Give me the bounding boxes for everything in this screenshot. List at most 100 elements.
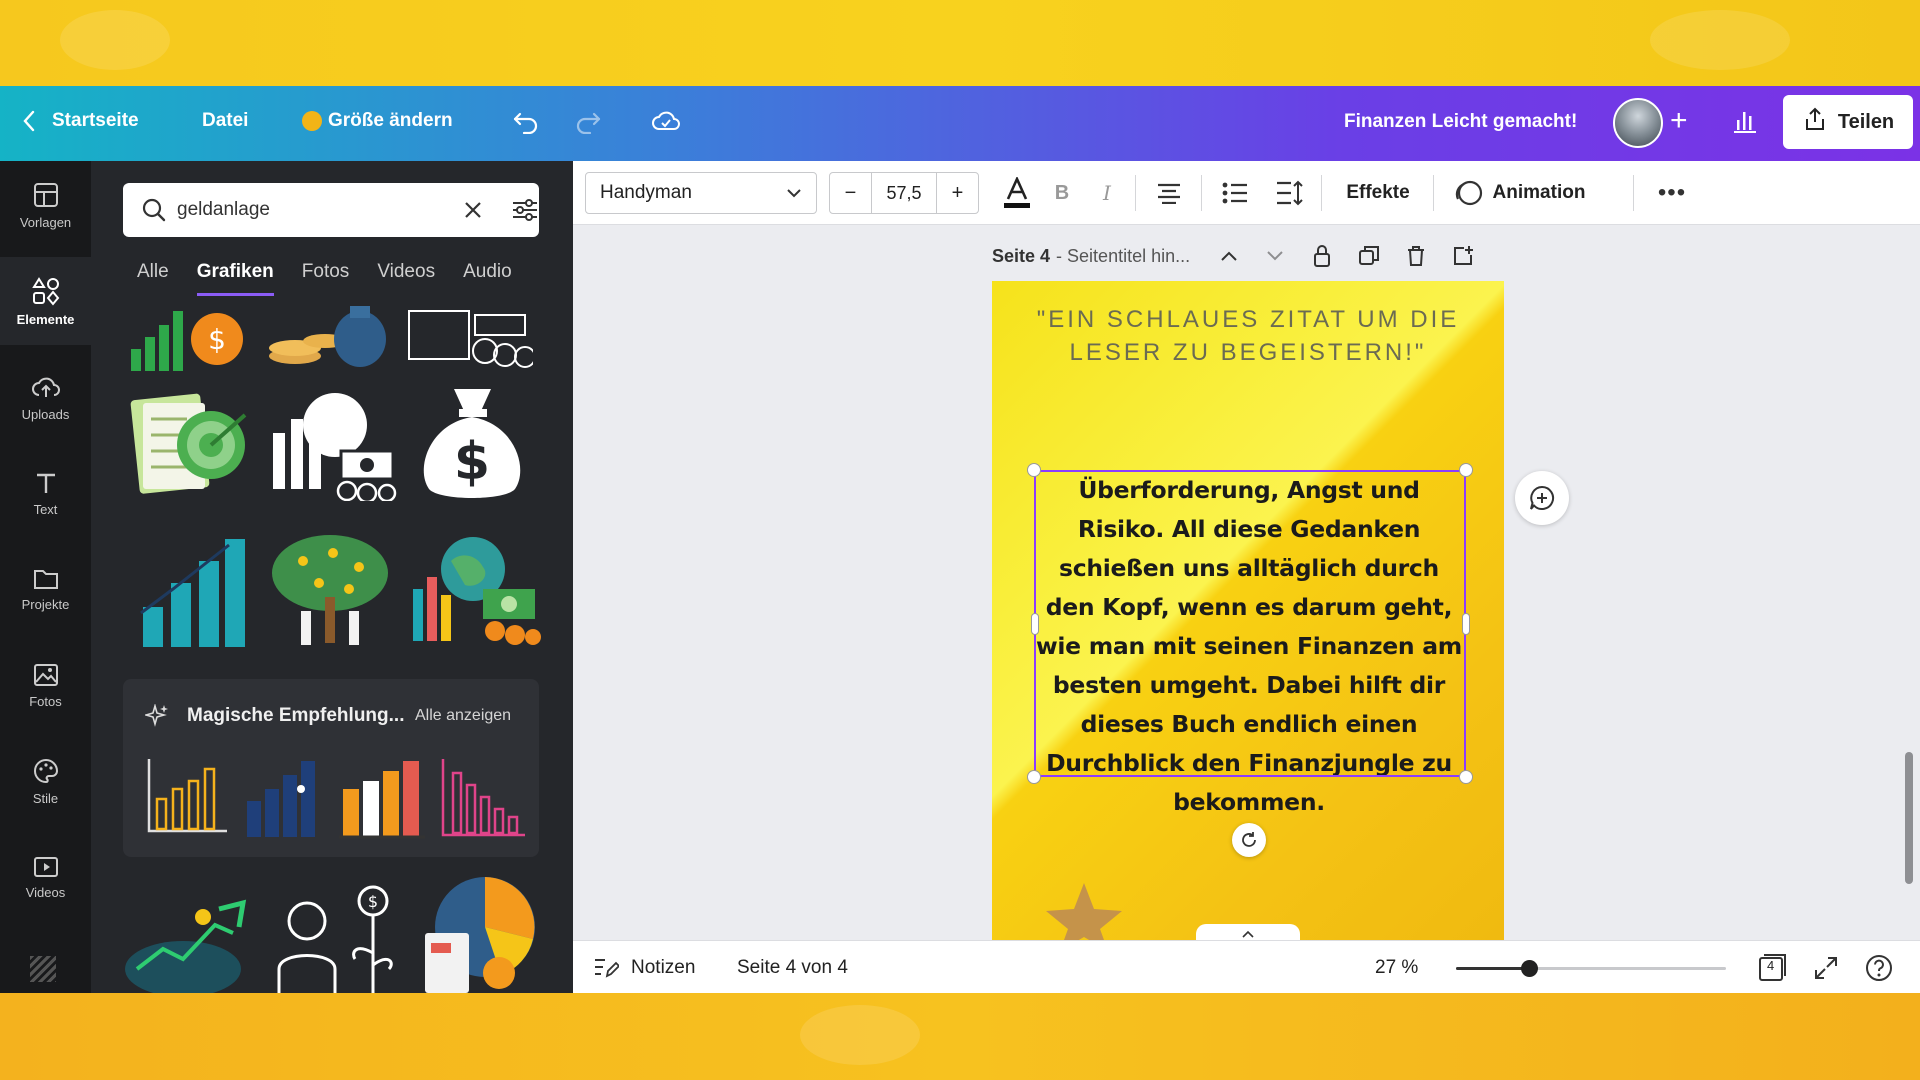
background-top [0, 0, 1920, 86]
search-bar[interactable] [123, 183, 539, 237]
resize-handle-top-left[interactable] [1027, 463, 1041, 477]
search-input[interactable] [177, 199, 429, 221]
more-dots-icon: ••• [1657, 179, 1687, 206]
rail-item-styles[interactable]: Stile [0, 737, 91, 825]
palette-icon [33, 758, 58, 783]
project-title[interactable]: Finanzen Leicht gemacht! [1344, 111, 1577, 133]
rail-item-templates[interactable]: Vorlagen [0, 161, 91, 249]
share-button[interactable]: Teilen [1783, 95, 1913, 149]
align-center-button[interactable] [1147, 172, 1191, 214]
graphic-money-tree[interactable] [263, 531, 397, 651]
filter-icon[interactable] [511, 198, 539, 222]
comment-plus-icon [1530, 485, 1555, 510]
increase-font-size-button[interactable]: + [936, 173, 978, 213]
cloud-save-status[interactable] [650, 108, 682, 134]
graphic-teal-bar-chart[interactable] [137, 531, 247, 649]
page-grid-button[interactable]: 4 [1757, 941, 1787, 994]
user-avatar[interactable] [1613, 98, 1663, 148]
resize-handle-bottom-right[interactable] [1459, 770, 1473, 784]
notes-label: Notizen [631, 956, 696, 978]
graphic-globe-currency-chart[interactable] [407, 531, 541, 649]
add-collaborator-button[interactable]: + [1670, 104, 1688, 138]
resize-handle-top-right[interactable] [1459, 463, 1473, 477]
bold-button[interactable]: B [1043, 172, 1081, 214]
tab-all[interactable]: Alle [137, 261, 169, 296]
resize-handle-right[interactable] [1462, 613, 1470, 635]
rail-item-uploads[interactable]: Uploads [0, 353, 91, 441]
page-title-input[interactable]: - Seitentitel hin... [1056, 246, 1190, 267]
duplicate-page-button[interactable] [1358, 245, 1380, 267]
spacing-button[interactable] [1267, 172, 1311, 214]
animation-icon [1455, 180, 1482, 206]
duplicate-icon [1359, 246, 1380, 265]
quote-text[interactable]: "EIN SCHLAUES ZITAT UM DIE LESER ZU BEGE… [992, 303, 1504, 369]
graphic-coin-chart[interactable]: $ [129, 301, 245, 371]
add-comment-button[interactable] [1515, 471, 1569, 525]
rail-item-projects[interactable]: Projekte [0, 545, 91, 633]
graphic-pie-chart-woman[interactable] [421, 873, 541, 993]
rail-item-text[interactable]: Text [0, 449, 91, 537]
vertical-scrollbar[interactable] [1905, 752, 1913, 884]
list-button[interactable] [1213, 172, 1257, 214]
graphic-line-bar-chart[interactable] [143, 755, 229, 839]
star-decoration [1046, 883, 1122, 941]
decrease-font-size-button[interactable]: − [830, 173, 872, 213]
line-spacing-icon [1277, 180, 1303, 206]
more-apps-icon[interactable] [30, 956, 56, 982]
resize-handle-left[interactable] [1031, 613, 1039, 635]
graphic-money-bag[interactable]: $ [409, 379, 535, 503]
graphic-orange-bar-chart[interactable] [339, 755, 425, 839]
graphic-currency-chart[interactable] [405, 301, 533, 371]
page-down-button[interactable] [1266, 250, 1284, 262]
more-options-button[interactable]: ••• [1651, 172, 1693, 214]
graphic-coins-bag[interactable] [265, 301, 391, 371]
resize-handle-bottom-left[interactable] [1027, 770, 1041, 784]
zoom-percentage[interactable]: 27 % [1375, 941, 1418, 994]
graphic-navy-bar-chart[interactable] [245, 755, 319, 839]
graphic-globe-money-chart[interactable] [263, 389, 397, 504]
tab-photos[interactable]: Fotos [302, 261, 350, 296]
graphic-pink-bar-chart[interactable] [439, 755, 527, 839]
tab-graphics[interactable]: Grafiken [196, 261, 274, 296]
analytics-button[interactable] [1730, 106, 1760, 136]
graphic-target-checklist[interactable] [127, 389, 251, 501]
undo-button[interactable] [512, 108, 540, 134]
font-family-dropdown[interactable]: Handyman [585, 172, 817, 214]
redo-button[interactable] [574, 108, 602, 134]
background-decoration [60, 10, 170, 70]
add-page-button[interactable] [1452, 245, 1474, 267]
rail-label: Stile [32, 790, 59, 806]
rail-item-elements[interactable]: Elemente [0, 257, 91, 345]
notes-button[interactable]: Notizen [593, 941, 695, 994]
home-link[interactable]: Startseite [22, 110, 139, 132]
lock-page-button[interactable] [1312, 244, 1332, 268]
italic-button[interactable]: I [1089, 172, 1125, 214]
file-menu[interactable]: Datei [202, 110, 248, 132]
rail-item-photos[interactable]: Fotos [0, 641, 91, 729]
add-page-icon [1454, 246, 1474, 265]
animation-button[interactable]: Animation [1445, 172, 1595, 214]
text-color-button[interactable] [997, 172, 1037, 214]
delete-page-button[interactable] [1406, 245, 1426, 267]
rail-label: Fotos [29, 693, 62, 709]
rotate-handle[interactable] [1232, 823, 1266, 857]
clear-search-icon[interactable] [463, 200, 483, 220]
page-up-button[interactable] [1220, 250, 1238, 262]
rail-label: Uploads [21, 406, 70, 422]
font-size-input[interactable]: 57,5 [872, 173, 936, 213]
zoom-slider-knob[interactable] [1520, 960, 1538, 977]
text-selection-box[interactable] [1034, 470, 1466, 777]
content-tabs: Alle Grafiken Fotos Videos Audio [137, 261, 512, 296]
fullscreen-button[interactable] [1813, 941, 1839, 994]
magic-see-all-link[interactable]: Alle anzeigen [415, 707, 511, 725]
tab-videos[interactable]: Videos [377, 261, 435, 296]
resize-button[interactable]: Größe ändern [302, 110, 453, 132]
toolbar-divider [1201, 175, 1202, 211]
rail-item-videos[interactable]: Videos [0, 833, 91, 921]
graphic-person-money-plant[interactable]: $ [265, 883, 399, 993]
zoom-slider-track[interactable] [1456, 960, 1726, 977]
help-button[interactable] [1865, 941, 1893, 994]
tab-audio[interactable]: Audio [463, 261, 512, 296]
graphic-growth-arrow[interactable] [123, 889, 253, 993]
effects-button[interactable]: Effekte [1333, 172, 1423, 214]
